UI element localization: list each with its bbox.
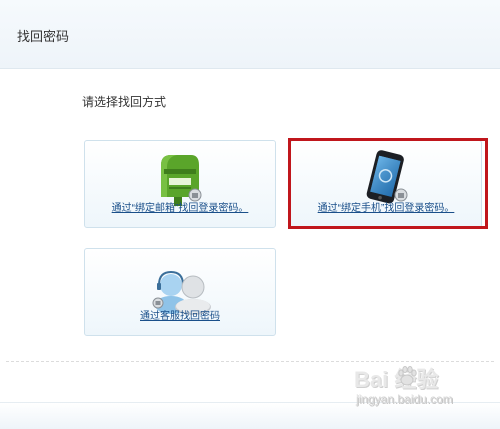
recovery-method-prompt: 请选择找回方式 bbox=[82, 95, 167, 109]
recover-by-email-option[interactable]: 通过“绑定邮箱”找回登录密码。 bbox=[84, 140, 276, 228]
recover-by-customer-service-link[interactable]: 通过客服找回密码 bbox=[85, 307, 275, 322]
page-title: 找回密码 bbox=[17, 29, 70, 44]
recover-by-phone-option[interactable]: 通过“绑定手机”找回登录密码。 bbox=[290, 140, 482, 228]
baidu-paw-icon bbox=[398, 366, 417, 386]
recover-by-customer-service-option[interactable]: 通过客服找回密码 bbox=[84, 248, 276, 336]
recover-by-email-link[interactable]: 通过“绑定邮箱”找回登录密码。 bbox=[85, 199, 275, 214]
recover-by-phone-link[interactable]: 通过“绑定手机”找回登录密码。 bbox=[291, 199, 481, 214]
baidu-jingyan-watermark: Bai 经验 jingyan.baidu.com bbox=[354, 362, 494, 412]
page-header: 找回密码 bbox=[0, 0, 500, 69]
watermark-url: jingyan.baidu.com bbox=[356, 392, 453, 406]
